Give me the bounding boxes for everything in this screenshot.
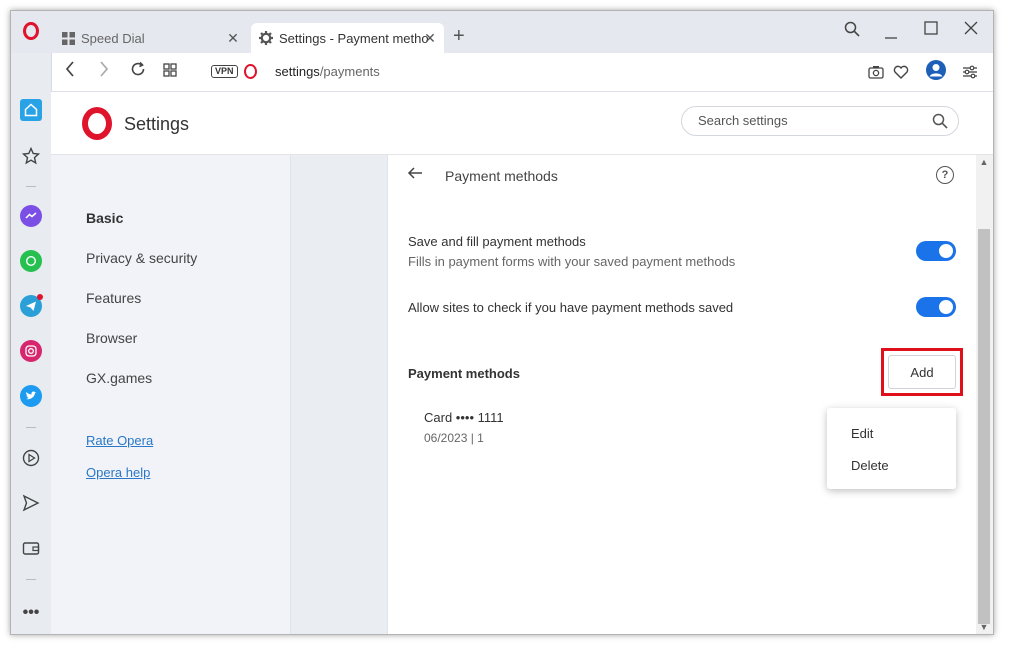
save-fill-description: Fills in payment forms with your saved p… bbox=[408, 254, 736, 269]
toggle-knob bbox=[939, 244, 953, 258]
search-settings-box[interactable] bbox=[681, 106, 959, 136]
maximize-icon[interactable] bbox=[919, 21, 943, 40]
gear-icon bbox=[259, 31, 273, 45]
reload-icon[interactable] bbox=[127, 61, 149, 82]
page-title: Settings bbox=[124, 114, 190, 134]
nav-item-basic[interactable]: Basic bbox=[86, 210, 123, 226]
vpn-badge[interactable]: VPN bbox=[211, 65, 238, 78]
scrollbar-thumb[interactable] bbox=[978, 229, 990, 624]
edit-menu-item[interactable]: Edit bbox=[851, 426, 873, 441]
save-fill-label: Save and fill payment methods bbox=[408, 234, 586, 249]
delete-menu-item[interactable]: Delete bbox=[851, 458, 889, 473]
card-expiry: 06/2023 | 1 bbox=[424, 431, 484, 445]
easy-setup-icon[interactable] bbox=[959, 63, 981, 84]
tab-label: Settings - Payment methods bbox=[279, 30, 429, 46]
url-field[interactable]: settings/payments bbox=[275, 64, 380, 79]
tab-label: Speed Dial bbox=[81, 30, 145, 46]
home-icon[interactable] bbox=[20, 99, 42, 121]
heart-icon[interactable] bbox=[890, 63, 912, 84]
opera-sidebar: ••• bbox=[11, 53, 52, 634]
add-payment-button[interactable]: Add bbox=[888, 355, 956, 389]
tab-speed-dial[interactable]: Speed Dial ✕ bbox=[53, 23, 247, 53]
search-icon bbox=[932, 113, 948, 134]
nav-gutter bbox=[290, 155, 387, 634]
help-icon[interactable]: ? bbox=[936, 166, 954, 184]
address-bar: VPN settings/payments bbox=[51, 53, 993, 92]
nav-item-gx-games[interactable]: GX.games bbox=[86, 370, 152, 386]
allow-check-toggle[interactable] bbox=[916, 297, 956, 317]
payment-methods-panel: Payment methods ? Save and fill payment … bbox=[387, 155, 977, 634]
url-path: /payments bbox=[319, 64, 380, 79]
tab-strip: Speed Dial ✕ Settings - Payment methods … bbox=[11, 11, 993, 53]
tabs-grid-icon[interactable] bbox=[159, 61, 181, 82]
messenger-icon[interactable] bbox=[20, 205, 42, 227]
save-fill-toggle[interactable] bbox=[916, 241, 956, 261]
camera-icon[interactable] bbox=[865, 63, 887, 84]
twitter-icon[interactable] bbox=[20, 385, 42, 407]
scrollbar[interactable]: ▲ ▼ bbox=[976, 155, 992, 634]
payment-methods-heading: Payment methods bbox=[408, 366, 520, 381]
whatsapp-icon[interactable] bbox=[20, 250, 42, 272]
grid-icon bbox=[61, 31, 75, 45]
settings-nav: Basic Privacy & security Features Browse… bbox=[51, 155, 290, 634]
card-actions-menu: Edit Delete bbox=[827, 408, 956, 489]
settings-header: Settings bbox=[51, 92, 993, 155]
back-arrow-icon[interactable] bbox=[407, 164, 423, 185]
opera-help-link[interactable]: Opera help bbox=[86, 465, 150, 480]
opera-menu-icon[interactable] bbox=[23, 22, 39, 40]
player-icon[interactable] bbox=[20, 447, 42, 469]
section-title: Payment methods bbox=[445, 168, 558, 184]
more-icon[interactable]: ••• bbox=[20, 602, 42, 624]
notification-dot bbox=[37, 294, 43, 300]
browser-window: Speed Dial ✕ Settings - Payment methods … bbox=[10, 10, 994, 635]
sidebar-divider bbox=[26, 579, 36, 580]
card-label: Card •••• 1111 bbox=[424, 410, 504, 425]
back-icon[interactable] bbox=[59, 61, 81, 82]
toggle-knob bbox=[939, 300, 953, 314]
instagram-icon[interactable] bbox=[20, 340, 42, 362]
scroll-up-icon[interactable]: ▲ bbox=[976, 157, 992, 167]
allow-check-label: Allow sites to check if you have payment… bbox=[408, 300, 734, 315]
search-icon[interactable] bbox=[840, 21, 864, 42]
nav-item-features[interactable]: Features bbox=[86, 290, 141, 306]
new-tab-icon[interactable]: + bbox=[453, 25, 465, 48]
minimize-icon[interactable] bbox=[879, 27, 903, 45]
url-host: settings bbox=[275, 64, 320, 79]
nav-item-privacy-security[interactable]: Privacy & security bbox=[86, 250, 197, 266]
nav-item-browser[interactable]: Browser bbox=[86, 330, 137, 346]
telegram-icon[interactable] bbox=[20, 294, 43, 317]
tab-settings-payment[interactable]: Settings - Payment methods ✕ bbox=[251, 23, 444, 53]
scroll-down-icon[interactable]: ▼ bbox=[976, 622, 992, 632]
close-tab-icon[interactable]: ✕ bbox=[225, 30, 241, 47]
sidebar-divider bbox=[26, 186, 36, 187]
wallet-icon[interactable] bbox=[20, 537, 42, 559]
rate-opera-link[interactable]: Rate Opera bbox=[86, 433, 153, 448]
opera-logo-icon bbox=[82, 107, 112, 140]
send-icon[interactable] bbox=[20, 492, 42, 514]
profile-avatar-icon[interactable] bbox=[925, 59, 947, 86]
opera-logo-icon bbox=[244, 64, 257, 79]
forward-icon[interactable] bbox=[93, 61, 115, 82]
sidebar-divider bbox=[26, 427, 36, 428]
star-icon[interactable] bbox=[20, 145, 42, 167]
search-input[interactable] bbox=[698, 113, 918, 128]
close-window-icon[interactable] bbox=[959, 21, 983, 40]
close-tab-icon[interactable]: ✕ bbox=[422, 30, 438, 47]
